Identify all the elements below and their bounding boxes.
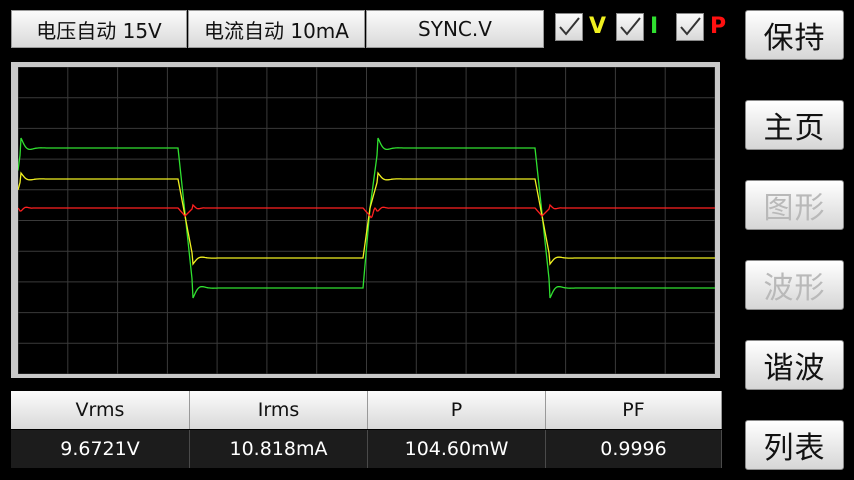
voltage-channel-label: V [589,14,607,39]
vrms-value-text: 9.6721V [60,438,140,460]
graph-button[interactable]: 图形 [745,180,844,230]
checkmark-icon [559,17,580,36]
harmonics-button[interactable]: 谐波 [745,340,844,390]
power-value-text: 104.60mW [404,438,509,460]
irms-value-text: 10.818mA [229,438,328,460]
current-channel-label: I [650,14,659,39]
irms-value: 10.818mA [190,430,368,468]
irms-header-label: Irms [257,399,300,421]
checkmark-icon [680,17,701,36]
graph-label: 图形 [763,191,826,226]
voltage-range-label: 电压自动 15V [36,18,162,43]
pf-value: 0.9996 [546,430,722,468]
current-range-button[interactable]: 电流自动 10mA [188,10,365,48]
sync-source-button[interactable]: SYNC.V [366,10,544,48]
vrms-value: 9.6721V [11,430,190,468]
irms-header: Irms [190,391,368,429]
waveform-button[interactable]: 波形 [745,260,844,310]
hold-label: 保持 [763,21,826,56]
vrms-header-label: Vrms [75,399,125,421]
home-label: 主页 [763,111,826,146]
waveform-label: 波形 [763,271,826,306]
pf-header-label: PF [622,399,645,421]
power-value: 104.60mW [368,430,546,468]
list-label: 列表 [763,431,826,466]
vrms-header: Vrms [11,391,190,429]
hold-button[interactable]: 保持 [745,10,844,60]
voltage-range-button[interactable]: 电压自动 15V [11,10,187,48]
pf-header: PF [546,391,722,429]
pf-value-text: 0.9996 [600,438,667,460]
power-header-label: P [450,399,463,421]
current-range-label: 电流自动 10mA [204,18,349,43]
scope-grid [18,67,715,374]
current-channel-checkbox[interactable] [616,13,644,41]
power-channel-checkbox[interactable] [676,13,704,41]
sync-source-label: SYNC.V [418,17,492,41]
waveform-display[interactable] [18,67,715,374]
harmonics-label: 谐波 [763,351,826,386]
power-channel-label: P [710,14,727,39]
home-button[interactable]: 主页 [745,100,844,150]
checkmark-icon [620,17,641,36]
voltage-channel-checkbox[interactable] [555,13,583,41]
power-header: P [368,391,546,429]
list-button[interactable]: 列表 [745,420,844,470]
